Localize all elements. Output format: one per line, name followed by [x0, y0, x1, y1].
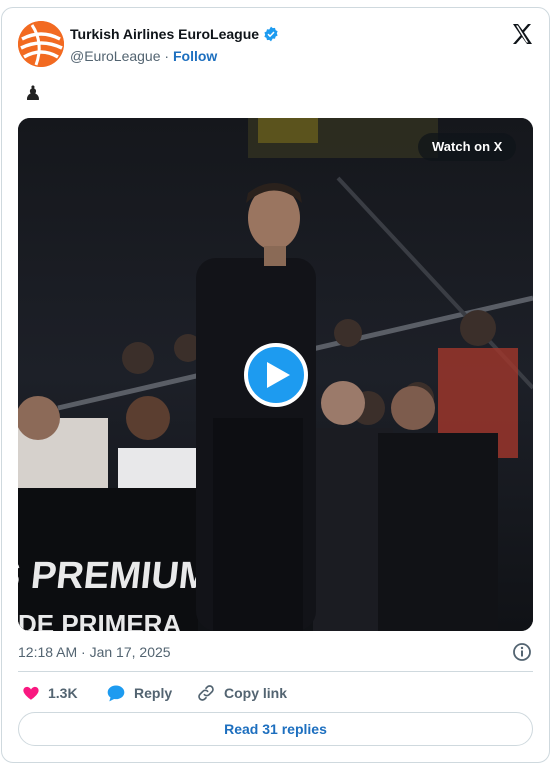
account-name-row[interactable]: Turkish Airlines EuroLeague — [70, 26, 279, 45]
court-sign-text-top: ES PREMIUM, — [18, 555, 223, 597]
account-handle[interactable]: @EuroLeague — [70, 48, 161, 64]
like-count: 1.3K — [48, 685, 78, 701]
reply-label: Reply — [134, 685, 173, 701]
link-icon — [198, 685, 214, 701]
copy-link-button[interactable]: Copy link — [196, 682, 287, 704]
follow-button[interactable]: Follow — [173, 48, 217, 64]
read-replies-button[interactable]: Read 31 replies — [18, 712, 533, 746]
account-name[interactable]: Turkish Airlines EuroLeague — [70, 26, 259, 42]
court-sign-text-bottom: DE PRIMERA — [18, 609, 181, 631]
euroleague-logo[interactable] — [18, 21, 64, 67]
like-button[interactable]: 1.3K — [22, 682, 78, 704]
play-icon — [267, 362, 290, 388]
watch-on-x-button[interactable]: Watch on X — [418, 133, 517, 161]
copy-link-label: Copy link — [224, 685, 288, 701]
info-icon[interactable] — [512, 642, 532, 662]
verified-badge-icon — [263, 26, 279, 45]
account-handle-row: @EuroLeague · Follow — [70, 48, 217, 64]
divider — [18, 671, 533, 672]
x-logo-icon[interactable] — [510, 22, 534, 46]
play-button[interactable] — [244, 343, 308, 407]
heart-icon — [23, 686, 39, 700]
tweet-timestamp[interactable]: 12:18 AM · Jan 17, 2025 — [18, 644, 171, 660]
tweet-body-emoji: ♟ — [24, 83, 42, 105]
reply-button[interactable]: Reply — [106, 682, 172, 704]
reply-bubble-icon — [107, 685, 125, 702]
separator-dot: · — [160, 48, 173, 64]
